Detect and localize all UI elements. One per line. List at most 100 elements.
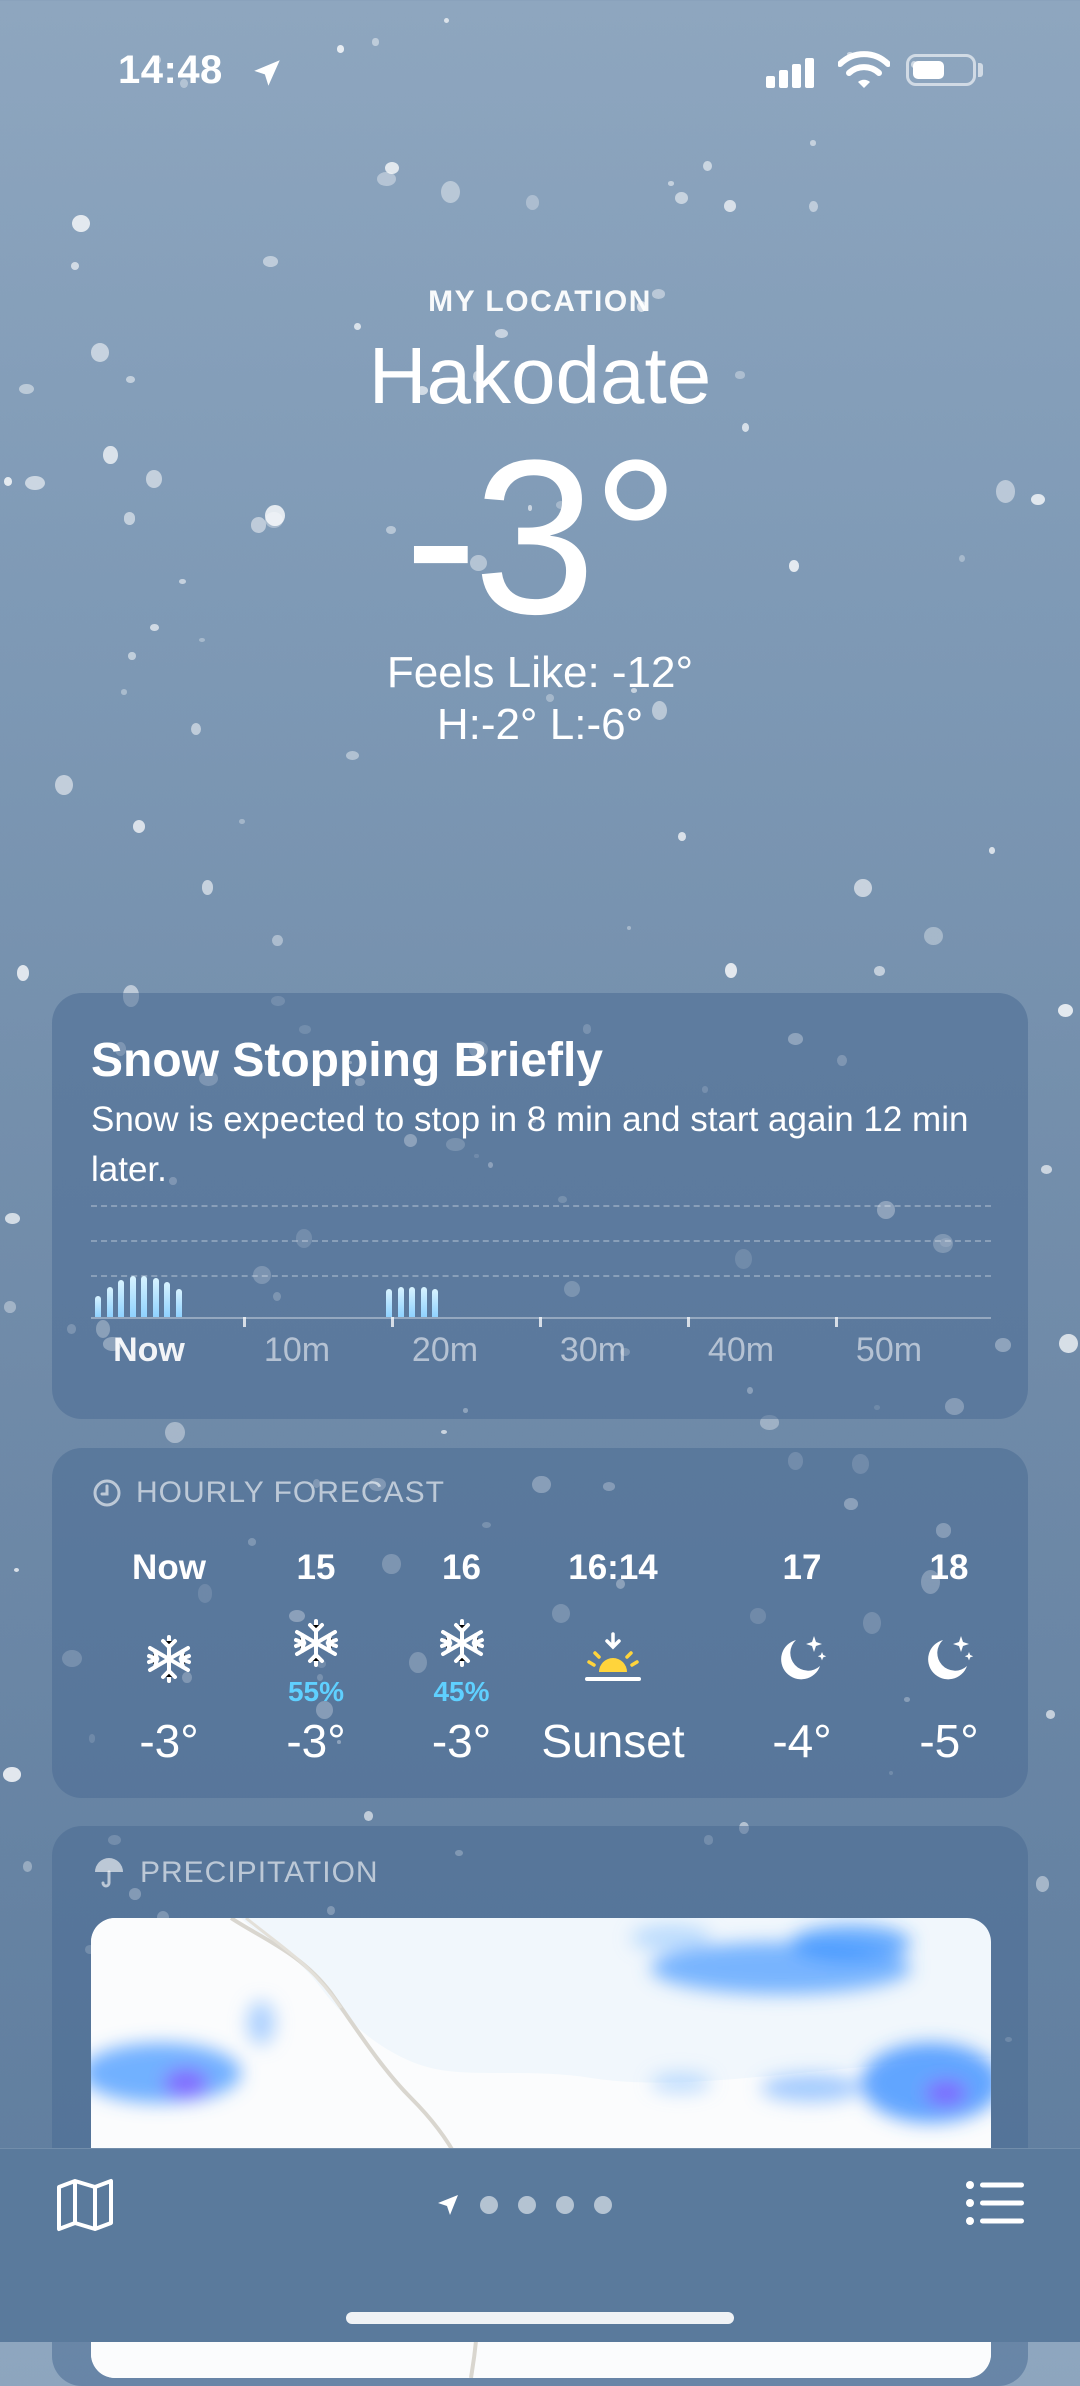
city-name: Hakodate (368, 331, 712, 420)
feels-like: Feels Like: -12° (386, 648, 694, 697)
intensity-bar (164, 1282, 170, 1317)
snowflake-particle (924, 926, 944, 945)
cellular-signal-icon (766, 58, 814, 88)
hourly-precip-chance (869, 1692, 1029, 1708)
sunset-icon (585, 1632, 641, 1681)
intensity-bar (95, 1296, 101, 1317)
snowflake-particle (810, 140, 816, 146)
hourly-temperature: -5° (919, 1715, 979, 1767)
snowflake-particle (703, 160, 712, 171)
map-icon[interactable] (56, 2177, 114, 2233)
next-hour-precipitation-card[interactable]: Snow Stopping Briefly Snow is expected t… (52, 993, 1028, 1419)
hourly-precip-chance (89, 1692, 249, 1708)
hourly-item: 16:14 Sunset (533, 1548, 693, 1768)
snowflake-particle (262, 256, 278, 268)
snowflake-particle (677, 832, 686, 842)
snowflake-particle (238, 819, 245, 825)
battery-cap (978, 63, 983, 77)
snowflake-particle (1040, 1165, 1052, 1174)
snowflake-particle (3, 1767, 22, 1782)
hourly-icon (722, 1624, 882, 1694)
hourly-icon (236, 1608, 396, 1678)
wifi-icon (838, 51, 890, 88)
hourly-time: Now (132, 1548, 206, 1587)
page-dot[interactable] (518, 2196, 536, 2214)
page-indicator[interactable] (436, 2193, 612, 2217)
chart-tick (835, 1317, 838, 1327)
intensity-bar (432, 1289, 438, 1317)
snowflake-particle (22, 1861, 33, 1872)
snowflake-icon (147, 1635, 191, 1683)
hourly-time: 16:14 (568, 1548, 658, 1587)
hourly-item: Now -3° (89, 1548, 249, 1768)
snowflake-particle (440, 180, 461, 204)
bottom-toolbar (0, 2148, 1080, 2342)
hourly-item: 15 55% -3° (236, 1548, 396, 1768)
snowflake-particle (724, 200, 736, 212)
hourly-precip-chance (722, 1692, 882, 1708)
snowflake-particle (377, 171, 397, 186)
snowflake-particle (164, 1421, 185, 1444)
snowflake-particle (71, 262, 80, 271)
current-conditions: MY LOCATION Hakodate -3° Feels Like: -12… (0, 285, 1080, 751)
hourly-time: 18 (929, 1548, 969, 1587)
hourly-precip-chance (533, 1692, 693, 1708)
snowflake-particle (346, 750, 360, 760)
intensity-bar (175, 1289, 182, 1317)
snowflake-particle (1035, 1876, 1050, 1892)
snowflake-particle (626, 926, 631, 931)
chart-time-label: 50m (855, 1331, 923, 1369)
high-low: H:-2° L:-6° (436, 700, 644, 749)
status-time: 14:48 (118, 48, 223, 92)
page-dot[interactable] (594, 2196, 612, 2214)
clock-icon (93, 1479, 121, 1507)
hourly-temperature: Sunset (541, 1715, 685, 1767)
list-icon[interactable] (966, 2181, 1024, 2225)
snowflake-particle (1059, 1333, 1078, 1353)
umbrella-icon (95, 1858, 123, 1888)
snowflake-particle (854, 879, 873, 898)
chart-time-label: 20m (411, 1331, 479, 1369)
intensity-bar (106, 1287, 113, 1317)
snowflake-particle (441, 1429, 447, 1434)
hourly-item: 18 -5° (869, 1548, 1029, 1768)
intensity-bar (409, 1287, 415, 1317)
precip-card-description: Snow is expected to stop in 8 min and st… (91, 1100, 969, 1189)
snowflake-particle (525, 195, 540, 211)
intensity-bar (118, 1280, 124, 1317)
hourly-precip-chance: 55% (287, 1676, 345, 1707)
hourly-temperature: -3° (431, 1715, 492, 1767)
snowflake-particle (1057, 1003, 1074, 1018)
intensity-bar (420, 1287, 427, 1317)
gridline (91, 1275, 991, 1277)
gridline (91, 1240, 991, 1242)
snowflake-icon (294, 1619, 338, 1667)
snowflake-particle (363, 1810, 374, 1821)
snowflake-particle (272, 934, 284, 947)
hourly-temperature: -4° (772, 1715, 832, 1767)
page-dot[interactable] (556, 2196, 574, 2214)
chart-time-label: 30m (559, 1331, 627, 1369)
hourly-time: 17 (782, 1548, 822, 1587)
hourly-forecast-header: HOURLY FORECAST (92, 1476, 445, 1510)
snowflake-particle (13, 1567, 20, 1572)
chart-tick (539, 1317, 542, 1327)
chart-time-label: 40m (707, 1331, 775, 1369)
hourly-icon (533, 1624, 693, 1694)
chart-tick (687, 1317, 690, 1327)
location-arrow-icon (254, 60, 280, 86)
snowflake-particle (71, 214, 90, 233)
chart-tick (391, 1317, 394, 1327)
moon-stars-icon (781, 1636, 827, 1680)
hourly-forecast-card[interactable]: HOURLY FORECAST Now -3° 15 55% -3° 16 45% -3° 16… (52, 1448, 1028, 1798)
moon-stars-icon (928, 1636, 974, 1680)
hourly-temperature: -3° (139, 1715, 199, 1767)
snowflake-particle (667, 181, 675, 186)
page-dot[interactable] (480, 2196, 498, 2214)
precipitation-header-label: PRECIPITATION (140, 1856, 379, 1889)
intensity-bar (386, 1289, 392, 1317)
intensity-bar (397, 1287, 404, 1317)
chart-time-label: 10m (263, 1331, 331, 1369)
intensity-bar (141, 1276, 147, 1317)
hourly-item: 17 -4° (722, 1548, 882, 1768)
